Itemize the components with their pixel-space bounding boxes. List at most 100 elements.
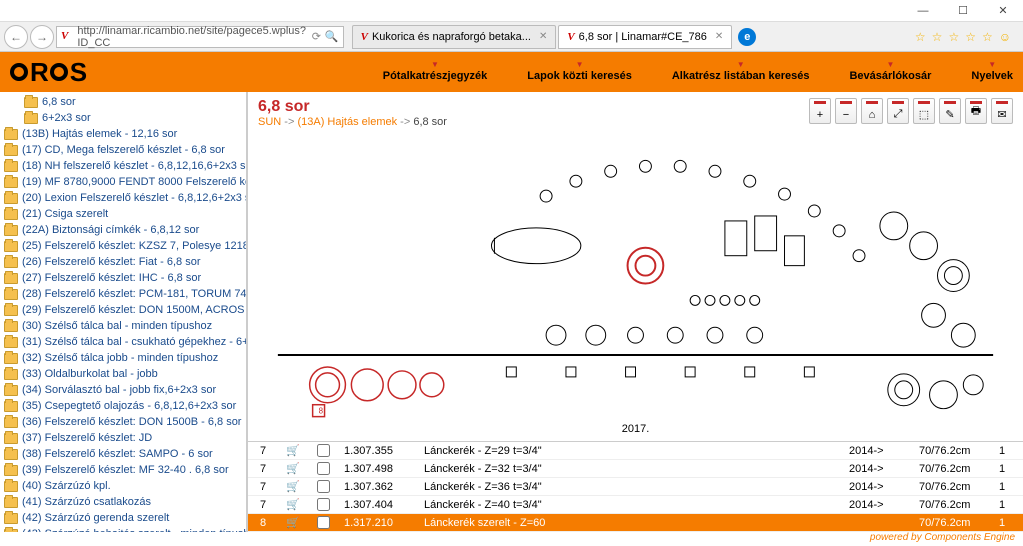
toolbar-button[interactable]: ✎	[939, 98, 961, 124]
folder-icon	[4, 321, 18, 332]
tree-item[interactable]: (18) NH felszerelő készlet - 6,8,12,16,6…	[0, 158, 246, 174]
favorite-star-icon[interactable]: ☆	[982, 30, 993, 44]
browser-toolbar: ← → V http://linamar.ricambio.net/site/p…	[0, 22, 1023, 52]
folder-icon	[4, 481, 18, 492]
tree-item[interactable]: (25) Felszerelő készlet: KZSZ 7, Polesye…	[0, 238, 246, 254]
cart-icon[interactable]: 🛒	[286, 517, 300, 529]
tree-item[interactable]: (22A) Biztonsági címkék - 6,8,12 sor	[0, 222, 246, 238]
parts-row[interactable]: 7🛒1.307.355Lánckerék - Z=29 t=3/4"2014->…	[248, 442, 1023, 460]
tree-item[interactable]: (37) Felszerelő készlet: JD	[0, 430, 246, 446]
window-maximize-button[interactable]: ☐	[943, 0, 983, 22]
tree-item[interactable]: (17) CD, Mega felszerelő készlet - 6,8 s…	[0, 142, 246, 158]
header-nav-item[interactable]: Bevásárlókosár	[849, 62, 931, 82]
favorites-row: ☆ ☆ ☆ ☆ ☆ ☺	[915, 30, 1019, 44]
favorite-star-icon[interactable]: ☺	[999, 30, 1011, 44]
folder-icon	[4, 417, 18, 428]
site-logo[interactable]: RS	[10, 57, 86, 88]
search-icon[interactable]: 🔍	[325, 30, 339, 43]
tree-item[interactable]: (30) Szélső tálca bal - minden típushoz	[0, 318, 246, 334]
toolbar-button[interactable]: ⤢	[887, 98, 909, 124]
parts-row[interactable]: 8🛒1.317.210Lánckerék szerelt - Z=6070/76…	[248, 514, 1023, 532]
category-tree[interactable]: 6,8 sor6+2x3 sor(13B) Hajtás elemek - 12…	[0, 92, 248, 532]
row-checkbox[interactable]	[317, 444, 330, 457]
folder-icon	[4, 529, 18, 533]
tree-item[interactable]: (43) Szárzúzó behajtás szerelt - minden …	[0, 526, 246, 532]
header-nav-item[interactable]: Nyelvek	[971, 62, 1013, 82]
favorite-star-icon[interactable]: ☆	[965, 30, 976, 44]
parts-row[interactable]: 7🛒1.307.498Lánckerék - Z=32 t=3/4"2014->…	[248, 460, 1023, 478]
tree-item[interactable]: (39) Felszerelő készlet: MF 32-40 . 6,8 …	[0, 462, 246, 478]
cart-icon[interactable]: 🛒	[286, 445, 300, 457]
svg-text:8: 8	[319, 407, 324, 416]
cart-icon[interactable]: 🛒	[286, 499, 300, 511]
browser-tab[interactable]: VKukorica és napraforgó betaka...✕	[352, 25, 557, 49]
tree-item[interactable]: (21) Csiga szerelt	[0, 206, 246, 222]
toolbar-button[interactable]: −	[835, 98, 857, 124]
tree-item[interactable]: (33) Oldalburkolat bal - jobb	[0, 366, 246, 382]
tree-item[interactable]: (41) Szárzúzó csatlakozás	[0, 494, 246, 510]
tree-item[interactable]: 6+2x3 sor	[0, 110, 246, 126]
tree-item[interactable]: (40) Szárzúzó kpl.	[0, 478, 246, 494]
breadcrumb-item[interactable]: (13A) Hajtás elemek	[297, 116, 397, 128]
tree-item[interactable]: (28) Felszerelő készlet: PCM-181, TORUM …	[0, 286, 246, 302]
refresh-icon[interactable]: ⟳	[312, 30, 321, 43]
folder-icon	[4, 369, 18, 380]
tree-item[interactable]: (38) Felszerelő készlet: SAMPO - 6 sor	[0, 446, 246, 462]
folder-icon	[4, 273, 18, 284]
tree-item[interactable]: (26) Felszerelő készlet: Fiat - 6,8 sor	[0, 254, 246, 270]
tree-item[interactable]: (42) Szárzúzó gerenda szerelt	[0, 510, 246, 526]
folder-icon	[4, 241, 18, 252]
cart-icon[interactable]: 🛒	[286, 463, 300, 475]
forward-button[interactable]: →	[30, 25, 54, 49]
window-close-button[interactable]: ✕	[983, 0, 1023, 22]
favorite-star-icon[interactable]: ☆	[915, 30, 926, 44]
window-minimize-button[interactable]: —	[903, 0, 943, 22]
tab-close-icon[interactable]: ✕	[715, 31, 723, 42]
tree-item[interactable]: (36) Felszerelő készlet: DON 1500B - 6,8…	[0, 414, 246, 430]
header-nav-item[interactable]: Pótalkatrészjegyzék	[383, 62, 488, 82]
site-header: RS Pótalkatrészjegyzék Lapok közti keresé…	[0, 52, 1023, 92]
window-titlebar: — ☐ ✕	[0, 0, 1023, 22]
row-checkbox[interactable]	[317, 480, 330, 493]
header-nav-item[interactable]: Alkatrész listában keresés	[672, 62, 810, 82]
address-bar[interactable]: V http://linamar.ricambio.net/site/pagec…	[56, 26, 344, 48]
tree-item[interactable]: (27) Felszerelő készlet: IHC - 6,8 sor	[0, 270, 246, 286]
parts-row[interactable]: 7🛒1.307.362Lánckerék - Z=36 t=3/4"2014->…	[248, 478, 1023, 496]
tree-item[interactable]: (31) Szélső tálca bal - csukható gépekhe…	[0, 334, 246, 350]
favorite-star-icon[interactable]: ☆	[932, 30, 943, 44]
tree-item[interactable]: (20) Lexion Felszerelő készlet - 6,8,12,…	[0, 190, 246, 206]
breadcrumb-item[interactable]: SUN	[258, 116, 281, 128]
back-button[interactable]: ←	[4, 25, 28, 49]
toolbar-button[interactable]: 🖶	[965, 98, 987, 124]
tree-item[interactable]: (19) MF 8780,9000 FENDT 8000 Felszerelő …	[0, 174, 246, 190]
folder-icon	[4, 257, 18, 268]
footer-credit: powered by Components Engine	[0, 532, 1023, 546]
parts-table: 7🛒1.307.355Lánckerék - Z=29 t=3/4"2014->…	[248, 441, 1023, 532]
toolbar-button[interactable]: ⬚	[913, 98, 935, 124]
browser-tabs: VKukorica és napraforgó betaka...✕V6,8 s…	[352, 25, 733, 49]
url-text: http://linamar.ricambio.net/site/pagece5…	[77, 25, 307, 49]
row-checkbox[interactable]	[317, 462, 330, 475]
cart-icon[interactable]: 🛒	[286, 481, 300, 493]
exploded-diagram[interactable]: 8	[258, 134, 1013, 437]
folder-icon	[4, 449, 18, 460]
tab-close-icon[interactable]: ✕	[539, 31, 547, 42]
folder-icon	[4, 305, 18, 316]
toolbar-button[interactable]: ⌂	[861, 98, 883, 124]
tree-item[interactable]: 6,8 sor	[0, 94, 246, 110]
toolbar-button[interactable]: ✉	[991, 98, 1013, 124]
edge-icon[interactable]: e	[738, 28, 756, 46]
row-checkbox[interactable]	[317, 516, 330, 529]
toolbar-button[interactable]: +	[809, 98, 831, 124]
parts-row[interactable]: 7🛒1.307.404Lánckerék - Z=40 t=3/4"2014->…	[248, 496, 1023, 514]
tree-item[interactable]: (13B) Hajtás elemek - 12,16 sor	[0, 126, 246, 142]
diagram-toolbar: +−⌂⤢⬚✎🖶✉	[809, 98, 1013, 124]
header-nav-item[interactable]: Lapok közti keresés	[527, 62, 632, 82]
tree-item[interactable]: (34) Sorválasztó bal - jobb fix,6+2x3 so…	[0, 382, 246, 398]
tree-item[interactable]: (32) Szélső tálca jobb - minden típushoz	[0, 350, 246, 366]
row-checkbox[interactable]	[317, 498, 330, 511]
favorite-star-icon[interactable]: ☆	[948, 30, 959, 44]
tree-item[interactable]: (35) Csepegtető olajozás - 6,8,12,6+2x3 …	[0, 398, 246, 414]
browser-tab[interactable]: V6,8 sor | Linamar#CE_786✕	[558, 25, 732, 49]
tree-item[interactable]: (29) Felszerelő készlet: DON 1500M, ACRO…	[0, 302, 246, 318]
